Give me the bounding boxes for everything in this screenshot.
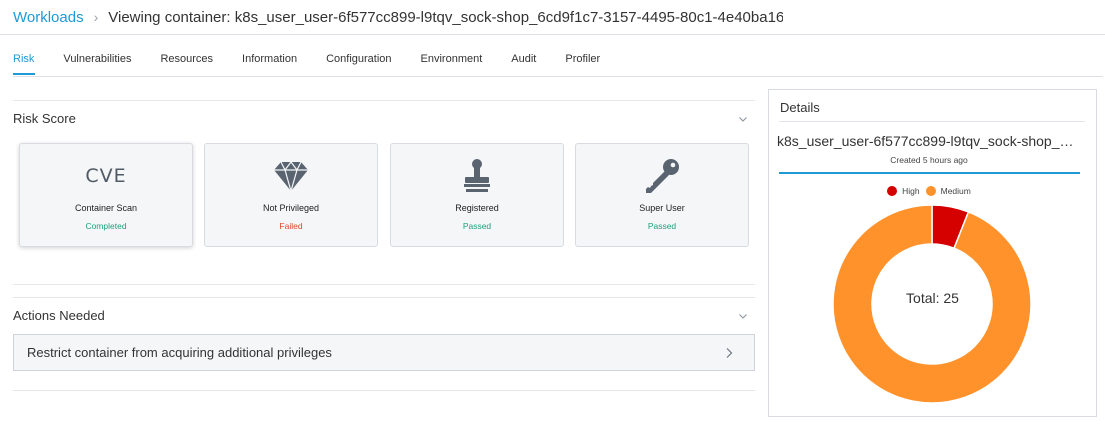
section-divider [13,284,755,285]
card-status: Failed [279,221,303,231]
chevron-right-icon [726,348,733,358]
total-count: Total: 25 [906,290,959,306]
card-status: Passed [462,221,492,231]
risk-card-super-user[interactable]: Super User Passed [575,143,749,247]
tab-configuration[interactable]: Configuration [326,53,391,65]
risk-score-title: Risk Score [13,111,76,126]
tab-bar: Risk Vulnerabilities Resources Informati… [13,53,629,65]
legend-dot-high [887,186,898,196]
risk-card-not-privileged[interactable]: Not Privileged Failed [204,143,378,247]
tab-environment[interactable]: Environment [421,53,483,65]
section-divider [13,100,755,101]
tabs-divider [13,76,1103,77]
legend-label-high: High [902,186,920,196]
card-label: Registered [455,203,499,213]
details-divider [779,121,1085,122]
legend-dot-medium [925,186,936,196]
risk-card-container-scan[interactable]: CVE Container Scan Completed [19,143,193,247]
actions-needed-title: Actions Needed [13,308,105,323]
collapse-risk-chevron-icon[interactable] [738,114,748,124]
stamp-icon [391,158,563,194]
legend-label-medium: Medium [940,186,971,196]
details-accent-divider [779,172,1080,174]
tab-resources[interactable]: Resources [160,53,213,65]
action-item-label: Restrict container from acquiring additi… [27,345,332,360]
card-label: Not Privileged [262,203,320,213]
section-divider [13,390,755,391]
card-label: Container Scan [74,203,138,213]
active-tab-indicator [13,73,35,75]
collapse-actions-chevron-icon[interactable] [738,311,748,321]
details-title: Details [780,100,820,115]
section-divider [13,297,755,298]
key-icon [576,158,748,194]
breadcrumb-separator: › [93,9,99,25]
container-name: k8s_user_user-6f577cc899-l9tqv_sock-shop… [777,133,1080,149]
risk-card-registered[interactable]: Registered Passed [390,143,564,247]
tab-audit[interactable]: Audit [511,53,536,65]
card-status: Completed [85,221,127,231]
tab-vulnerabilities[interactable]: Vulnerabilities [63,53,131,65]
created-time: Created 5 hours ago [890,155,968,165]
tab-profiler[interactable]: Profiler [565,53,600,65]
page-title: Viewing container: k8s_user_user-6f577cc… [108,8,783,26]
legend-item-high[interactable]: High [887,186,920,196]
card-status: Passed [647,221,677,231]
card-label: Super User [639,203,685,213]
chart-legend: High Medium [769,186,1089,196]
legend-item-medium[interactable]: Medium [925,186,971,196]
details-panel: Details k8s_user_user-6f577cc899-l9tqv_s… [768,89,1097,417]
header-divider [0,34,1105,35]
breadcrumb-workloads-link[interactable]: Workloads [13,9,84,26]
tab-risk[interactable]: Risk [13,53,34,65]
breadcrumb: Workloads › Viewing container: k8s_user_… [13,0,783,34]
tab-information[interactable]: Information [242,53,297,65]
action-item-restrict-privileges[interactable]: Restrict container from acquiring additi… [13,334,755,371]
cve-icon: CVE [85,165,127,187]
diamond-icon [205,158,377,194]
